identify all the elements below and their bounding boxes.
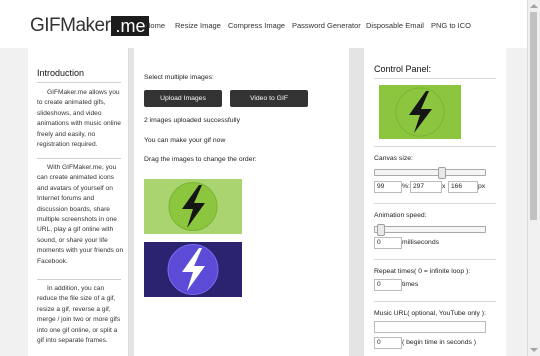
divider bbox=[37, 279, 121, 280]
divider bbox=[374, 301, 496, 302]
divider bbox=[374, 203, 496, 204]
nav-home[interactable]: Home bbox=[145, 21, 165, 30]
scroll-up-icon[interactable] bbox=[530, 4, 538, 8]
intro-paragraph-1: GIFMaker.me allows you to create animate… bbox=[37, 89, 121, 149]
select-label: Select multiple images: bbox=[144, 74, 214, 81]
begin-time-unit: ( begin time in seconds ) bbox=[402, 339, 477, 346]
ready-message: You can make your gif now bbox=[144, 137, 226, 144]
animation-speed-slider[interactable] bbox=[374, 224, 486, 236]
video-to-gif-button[interactable]: Video to GIF bbox=[230, 90, 308, 107]
speed-unit: milliseconds bbox=[402, 239, 440, 246]
nav-resize-image[interactable]: Resize Image bbox=[175, 21, 221, 30]
lightning-icon bbox=[379, 85, 461, 139]
scroll-thumb[interactable] bbox=[530, 12, 537, 220]
canvas-size-slider[interactable] bbox=[374, 167, 486, 179]
scroll-down-icon[interactable] bbox=[530, 348, 538, 352]
divider bbox=[37, 158, 121, 159]
music-url-input[interactable] bbox=[374, 321, 486, 333]
canvas-size-slider-knob[interactable] bbox=[438, 167, 446, 179]
intro-heading: Introduction bbox=[37, 68, 85, 78]
canvas-unit: px bbox=[478, 183, 486, 190]
music-url-label: Music URL( optional, YouTube only ): bbox=[374, 310, 486, 317]
logo-text: GIFMaker bbox=[30, 15, 111, 36]
canvas-width-input[interactable]: 297 bbox=[410, 181, 442, 193]
logo-box: .me bbox=[111, 16, 150, 36]
upload-section: Select multiple images: Upload Images Vi… bbox=[134, 48, 349, 356]
intro-sidebar: Introduction GIFMaker.me allows you to c… bbox=[28, 48, 129, 356]
nav-password-generator[interactable]: Password Generator bbox=[292, 21, 361, 30]
intro-paragraph-3: In addition, you can reduce the file siz… bbox=[37, 285, 121, 345]
canvas-x-label: x bbox=[442, 183, 446, 190]
repeat-unit: times bbox=[402, 281, 419, 288]
page-scrollbar[interactable] bbox=[527, 0, 540, 356]
canvas-scale-unit: %: bbox=[402, 183, 410, 190]
repeat-times-input[interactable]: 0 bbox=[374, 279, 402, 291]
control-panel: Control Panel: Canvas size: 99 %: 297 x … bbox=[364, 48, 506, 356]
gif-preview bbox=[379, 85, 461, 139]
animation-speed-slider-knob[interactable] bbox=[377, 224, 385, 236]
animation-speed-label: Animation speed: bbox=[374, 212, 427, 219]
logo[interactable]: GIFMaker .me bbox=[30, 15, 150, 37]
uploaded-image-2[interactable] bbox=[144, 242, 242, 297]
intro-paragraph-2: With GIFMaker.me, you can create animate… bbox=[37, 164, 124, 265]
divider bbox=[374, 259, 496, 260]
divider bbox=[374, 146, 496, 147]
drag-hint: Drag the images to change the order: bbox=[144, 156, 257, 163]
uploaded-image-1[interactable] bbox=[144, 179, 242, 234]
lightning-icon bbox=[144, 242, 242, 297]
begin-time-input[interactable]: 0 bbox=[374, 337, 402, 349]
divider bbox=[37, 82, 121, 83]
nav-disposable-email[interactable]: Disposable Email bbox=[366, 21, 424, 30]
upload-status: 2 images uploaded successfully bbox=[144, 117, 240, 124]
repeat-times-label: Repeat times( 0 = infinite loop ): bbox=[374, 268, 471, 275]
control-panel-title: Control Panel: bbox=[374, 64, 432, 74]
divider bbox=[374, 78, 496, 79]
canvas-height-input[interactable]: 166 bbox=[448, 181, 478, 193]
lightning-icon bbox=[144, 179, 242, 234]
nav-compress-image[interactable]: Compress Image bbox=[228, 21, 285, 30]
header: GIFMaker .me Home Resize Image Compress … bbox=[0, 0, 528, 48]
animation-speed-input[interactable]: 0 bbox=[374, 237, 402, 249]
nav-png-to-ico[interactable]: PNG to ICO bbox=[431, 21, 471, 30]
canvas-size-label: Canvas size: bbox=[374, 155, 413, 162]
canvas-scale-input[interactable]: 99 bbox=[374, 181, 402, 193]
upload-images-button[interactable]: Upload Images bbox=[144, 90, 222, 107]
